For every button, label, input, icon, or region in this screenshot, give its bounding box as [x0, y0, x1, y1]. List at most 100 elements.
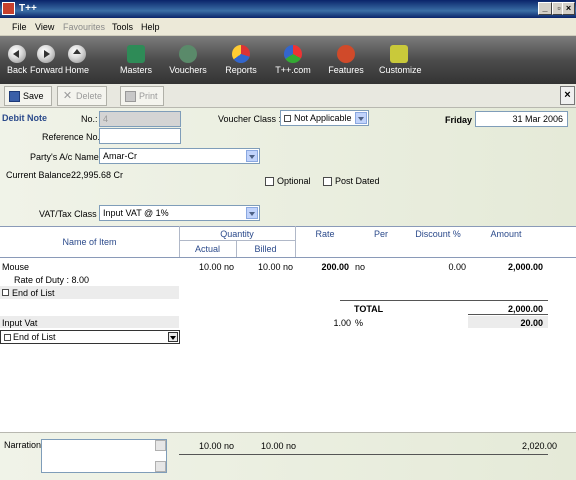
post-dated-label: Post Dated	[335, 176, 380, 186]
window-title: T++	[19, 3, 37, 14]
tax-rate-unit: %	[355, 318, 364, 328]
close-window-button[interactable]: ×	[562, 2, 575, 15]
menu-help[interactable]: Help	[141, 22, 160, 32]
optional-checkbox[interactable]	[265, 177, 274, 186]
party-label: Party's A/c Name :	[30, 152, 104, 162]
reference-number-input[interactable]	[99, 128, 181, 144]
tpp-com-button[interactable]: T++.com	[274, 36, 312, 84]
app-icon	[2, 2, 15, 15]
end-of-list-icon	[4, 334, 11, 341]
reports-label: Reports	[225, 65, 257, 75]
main-toolbar: Back Forward Home Masters Vouchers Repor…	[0, 36, 576, 84]
col-rate: Rate	[315, 229, 335, 239]
chevron-down-icon[interactable]	[168, 332, 178, 342]
scroll-down-icon[interactable]	[155, 461, 166, 472]
ledger-select[interactable]: End of List	[0, 330, 180, 344]
checkbox-icon	[284, 115, 291, 122]
voucher-class-select[interactable]: Not Applicable	[280, 110, 369, 126]
forward-icon	[37, 45, 55, 63]
menu-view[interactable]: View	[35, 22, 54, 32]
menu-tools[interactable]: Tools	[112, 22, 133, 32]
total-billed-qty: 10.00 no	[261, 441, 297, 451]
voucher-class-label: Voucher Class :	[218, 114, 282, 124]
menu-favourites[interactable]: Favourites	[63, 22, 105, 32]
vouchers-icon	[179, 45, 197, 63]
customize-icon	[390, 45, 408, 63]
item-rate: 200.00	[321, 262, 349, 272]
printer-icon	[125, 91, 136, 102]
forward-label: Forward	[30, 65, 64, 75]
end-of-list-ledgers: End of List	[13, 332, 56, 342]
home-icon	[68, 45, 86, 63]
reports-button[interactable]: Reports	[224, 36, 258, 84]
reports-icon	[232, 45, 250, 63]
item-amount: 2,000.00	[507, 262, 543, 272]
chevron-down-icon[interactable]	[246, 150, 258, 162]
optional-label: Optional	[277, 176, 311, 186]
print-label: Print	[139, 91, 158, 101]
menu-file[interactable]: File	[12, 22, 27, 32]
col-name-of-item: Name of Item	[62, 237, 117, 247]
tax-rate: 1.00	[333, 318, 351, 328]
balance-value: 22,995.68 Cr	[71, 170, 124, 180]
col-amount: Amount	[490, 229, 522, 239]
home-label: Home	[64, 65, 89, 75]
voucher-header-form: Debit Note No.: 4 Reference No.: Party's…	[0, 108, 576, 226]
col-quantity: Quantity	[220, 229, 254, 239]
back-button[interactable]: Back	[4, 36, 30, 84]
narration-input[interactable]	[41, 439, 167, 473]
col-per: Per	[373, 229, 388, 239]
post-dated-checkbox[interactable]	[323, 177, 332, 186]
customize-button[interactable]: Customize	[379, 36, 422, 84]
voucher-class-value: Not Applicable	[294, 113, 352, 123]
narration-label: Narration	[4, 440, 42, 450]
chevron-down-icon[interactable]	[246, 207, 258, 219]
item-billed-qty: 10.00 no	[257, 262, 293, 272]
vouchers-button[interactable]: Vouchers	[169, 36, 207, 84]
title-bar: T++ _ ▫ ×	[0, 0, 576, 18]
balance-label: Current Balance :	[6, 170, 77, 180]
voucher-date-input[interactable]: 31 Mar 2006	[475, 111, 568, 127]
forward-button[interactable]: Forward	[30, 36, 64, 84]
total-label: TOTAL	[354, 304, 384, 314]
voucher-type-title: Debit Note	[2, 113, 47, 123]
save-button[interactable]: Save	[4, 86, 52, 106]
reference-label: Reference No.:	[42, 132, 103, 142]
grand-total: 2,020.00	[521, 441, 557, 451]
back-icon	[8, 45, 26, 63]
tpp-com-label: T++.com	[275, 65, 311, 75]
features-label: Features	[328, 65, 364, 75]
tax-ledger-name[interactable]: Input Vat	[2, 318, 37, 328]
menu-bar: File View Favourites Tools Help	[0, 18, 576, 36]
vouchers-label: Vouchers	[169, 65, 207, 75]
col-discount: Discount %	[415, 229, 461, 239]
delete-icon: ✕	[62, 90, 73, 102]
minimize-button[interactable]: _	[538, 2, 552, 15]
delete-label: Delete	[76, 91, 103, 101]
masters-button[interactable]: Masters	[119, 36, 153, 84]
features-button[interactable]: Features	[328, 36, 364, 84]
narration-bar: Narration 10.00 no 10.00 no 2,020.00	[0, 432, 576, 480]
total-actual-qty: 10.00 no	[199, 441, 235, 451]
chevron-down-icon[interactable]	[355, 112, 367, 124]
vat-class-select[interactable]: Input VAT @ 1%	[99, 205, 260, 221]
home-button[interactable]: Home	[64, 36, 90, 84]
party-account-select[interactable]: Amar-Cr	[99, 148, 260, 164]
back-label: Back	[6, 65, 27, 75]
web-icon	[284, 45, 302, 63]
vat-class-value: Input VAT @ 1%	[103, 208, 169, 218]
col-billed: Billed	[254, 244, 277, 254]
voucher-number-field: 4	[99, 111, 181, 127]
print-button[interactable]: Print	[120, 86, 164, 106]
save-icon	[9, 91, 20, 102]
rate-of-duty: Rate of Duty : 8.00	[14, 275, 90, 285]
delete-button[interactable]: ✕ Delete	[57, 86, 107, 106]
close-voucher-button[interactable]: ×	[560, 86, 575, 105]
save-label: Save	[23, 91, 44, 101]
features-icon	[337, 45, 355, 63]
item-name: Mouse	[2, 262, 30, 272]
col-actual: Actual	[194, 244, 220, 254]
end-of-list-items[interactable]: End of List	[12, 288, 55, 298]
customize-label: Customize	[379, 65, 422, 75]
scroll-up-icon[interactable]	[155, 440, 166, 451]
